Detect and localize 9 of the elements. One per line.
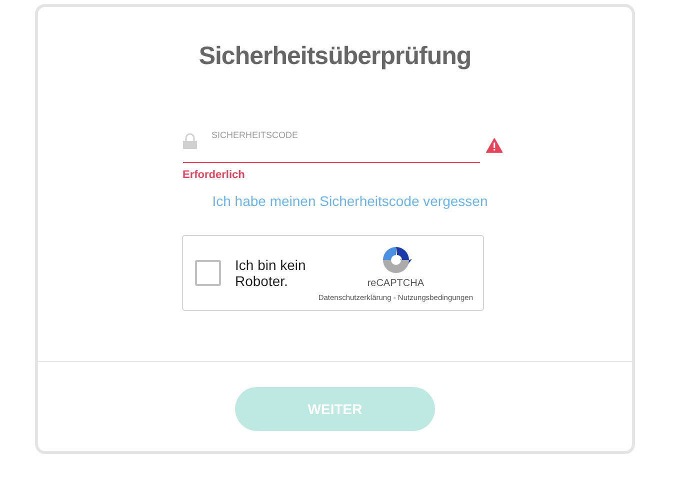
captcha-brand: reCAPTCHA bbox=[367, 278, 424, 289]
error-message: Erforderlich bbox=[182, 169, 246, 181]
captcha-checkbox[interactable] bbox=[195, 260, 221, 286]
warning-icon bbox=[486, 138, 502, 152]
security-code-field[interactable]: SICHERHEITSCODE bbox=[182, 127, 480, 163]
forgot-code-link[interactable]: Ich habe meinen Sicherheitscode vergessen bbox=[212, 193, 488, 209]
lock-icon bbox=[182, 133, 196, 149]
page-title: Sicherheitsüberprüfung bbox=[198, 42, 472, 71]
captcha-label: Ich bin kein Roboter. bbox=[235, 257, 307, 289]
